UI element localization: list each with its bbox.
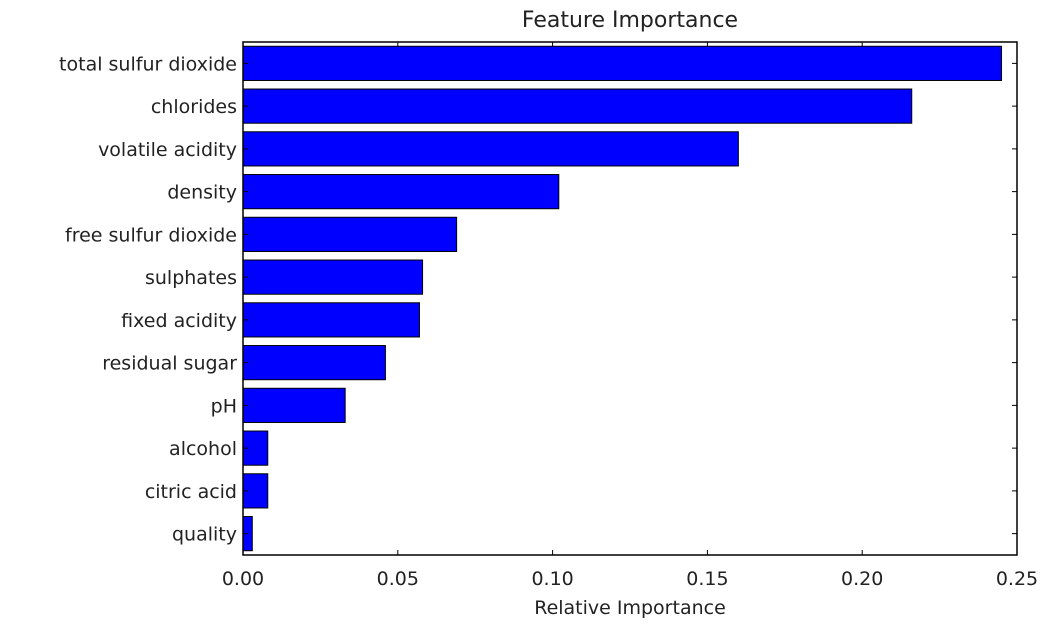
x-tick-label: 0.05 — [377, 568, 419, 590]
bar-free-sulfur-dioxide — [242, 216, 458, 252]
x-tick-label: 0.00 — [222, 568, 264, 590]
y-axis: total sulfur dioxide chlorides volatile ac… — [59, 53, 1017, 546]
x-axis-label: Relative Importance — [534, 597, 726, 619]
bar-sulphates — [242, 259, 424, 295]
bar-chlorides — [242, 88, 913, 124]
x-tick-label: 0.20 — [841, 568, 883, 590]
bars-group — [242, 45, 1003, 552]
y-tick-label: alcohol — [169, 438, 237, 460]
y-tick-label: chlorides — [151, 96, 237, 118]
y-tick-label: sulphates — [145, 267, 237, 289]
y-tick-label: free sulfur dioxide — [65, 224, 237, 246]
y-tick-label: pH — [211, 395, 237, 417]
feature-importance-chart: Feature Importance total sulfur dioxide c… — [59, 8, 1038, 619]
bar-volatile-acidity — [242, 131, 739, 167]
bar-ph — [242, 387, 346, 423]
bar-total-sulfur-dioxide — [242, 45, 1003, 81]
bar-fixed-acidity — [242, 302, 420, 338]
y-tick-label: density — [167, 182, 237, 204]
x-tick-label: 0.25 — [996, 568, 1038, 590]
bar-density — [242, 174, 560, 210]
chart-title: Feature Importance — [522, 8, 738, 33]
x-tick-label: 0.10 — [531, 568, 573, 590]
y-tick-label: quality — [172, 524, 237, 546]
y-tick-label: volatile acidity — [98, 139, 237, 161]
y-tick-label: residual sugar — [102, 353, 237, 375]
y-tick-label: total sulfur dioxide — [59, 53, 237, 75]
y-tick-label: citric acid — [145, 481, 237, 503]
bar-residual-sugar — [242, 345, 386, 381]
y-tick-label: fixed acidity — [121, 310, 237, 332]
x-tick-label: 0.15 — [686, 568, 728, 590]
